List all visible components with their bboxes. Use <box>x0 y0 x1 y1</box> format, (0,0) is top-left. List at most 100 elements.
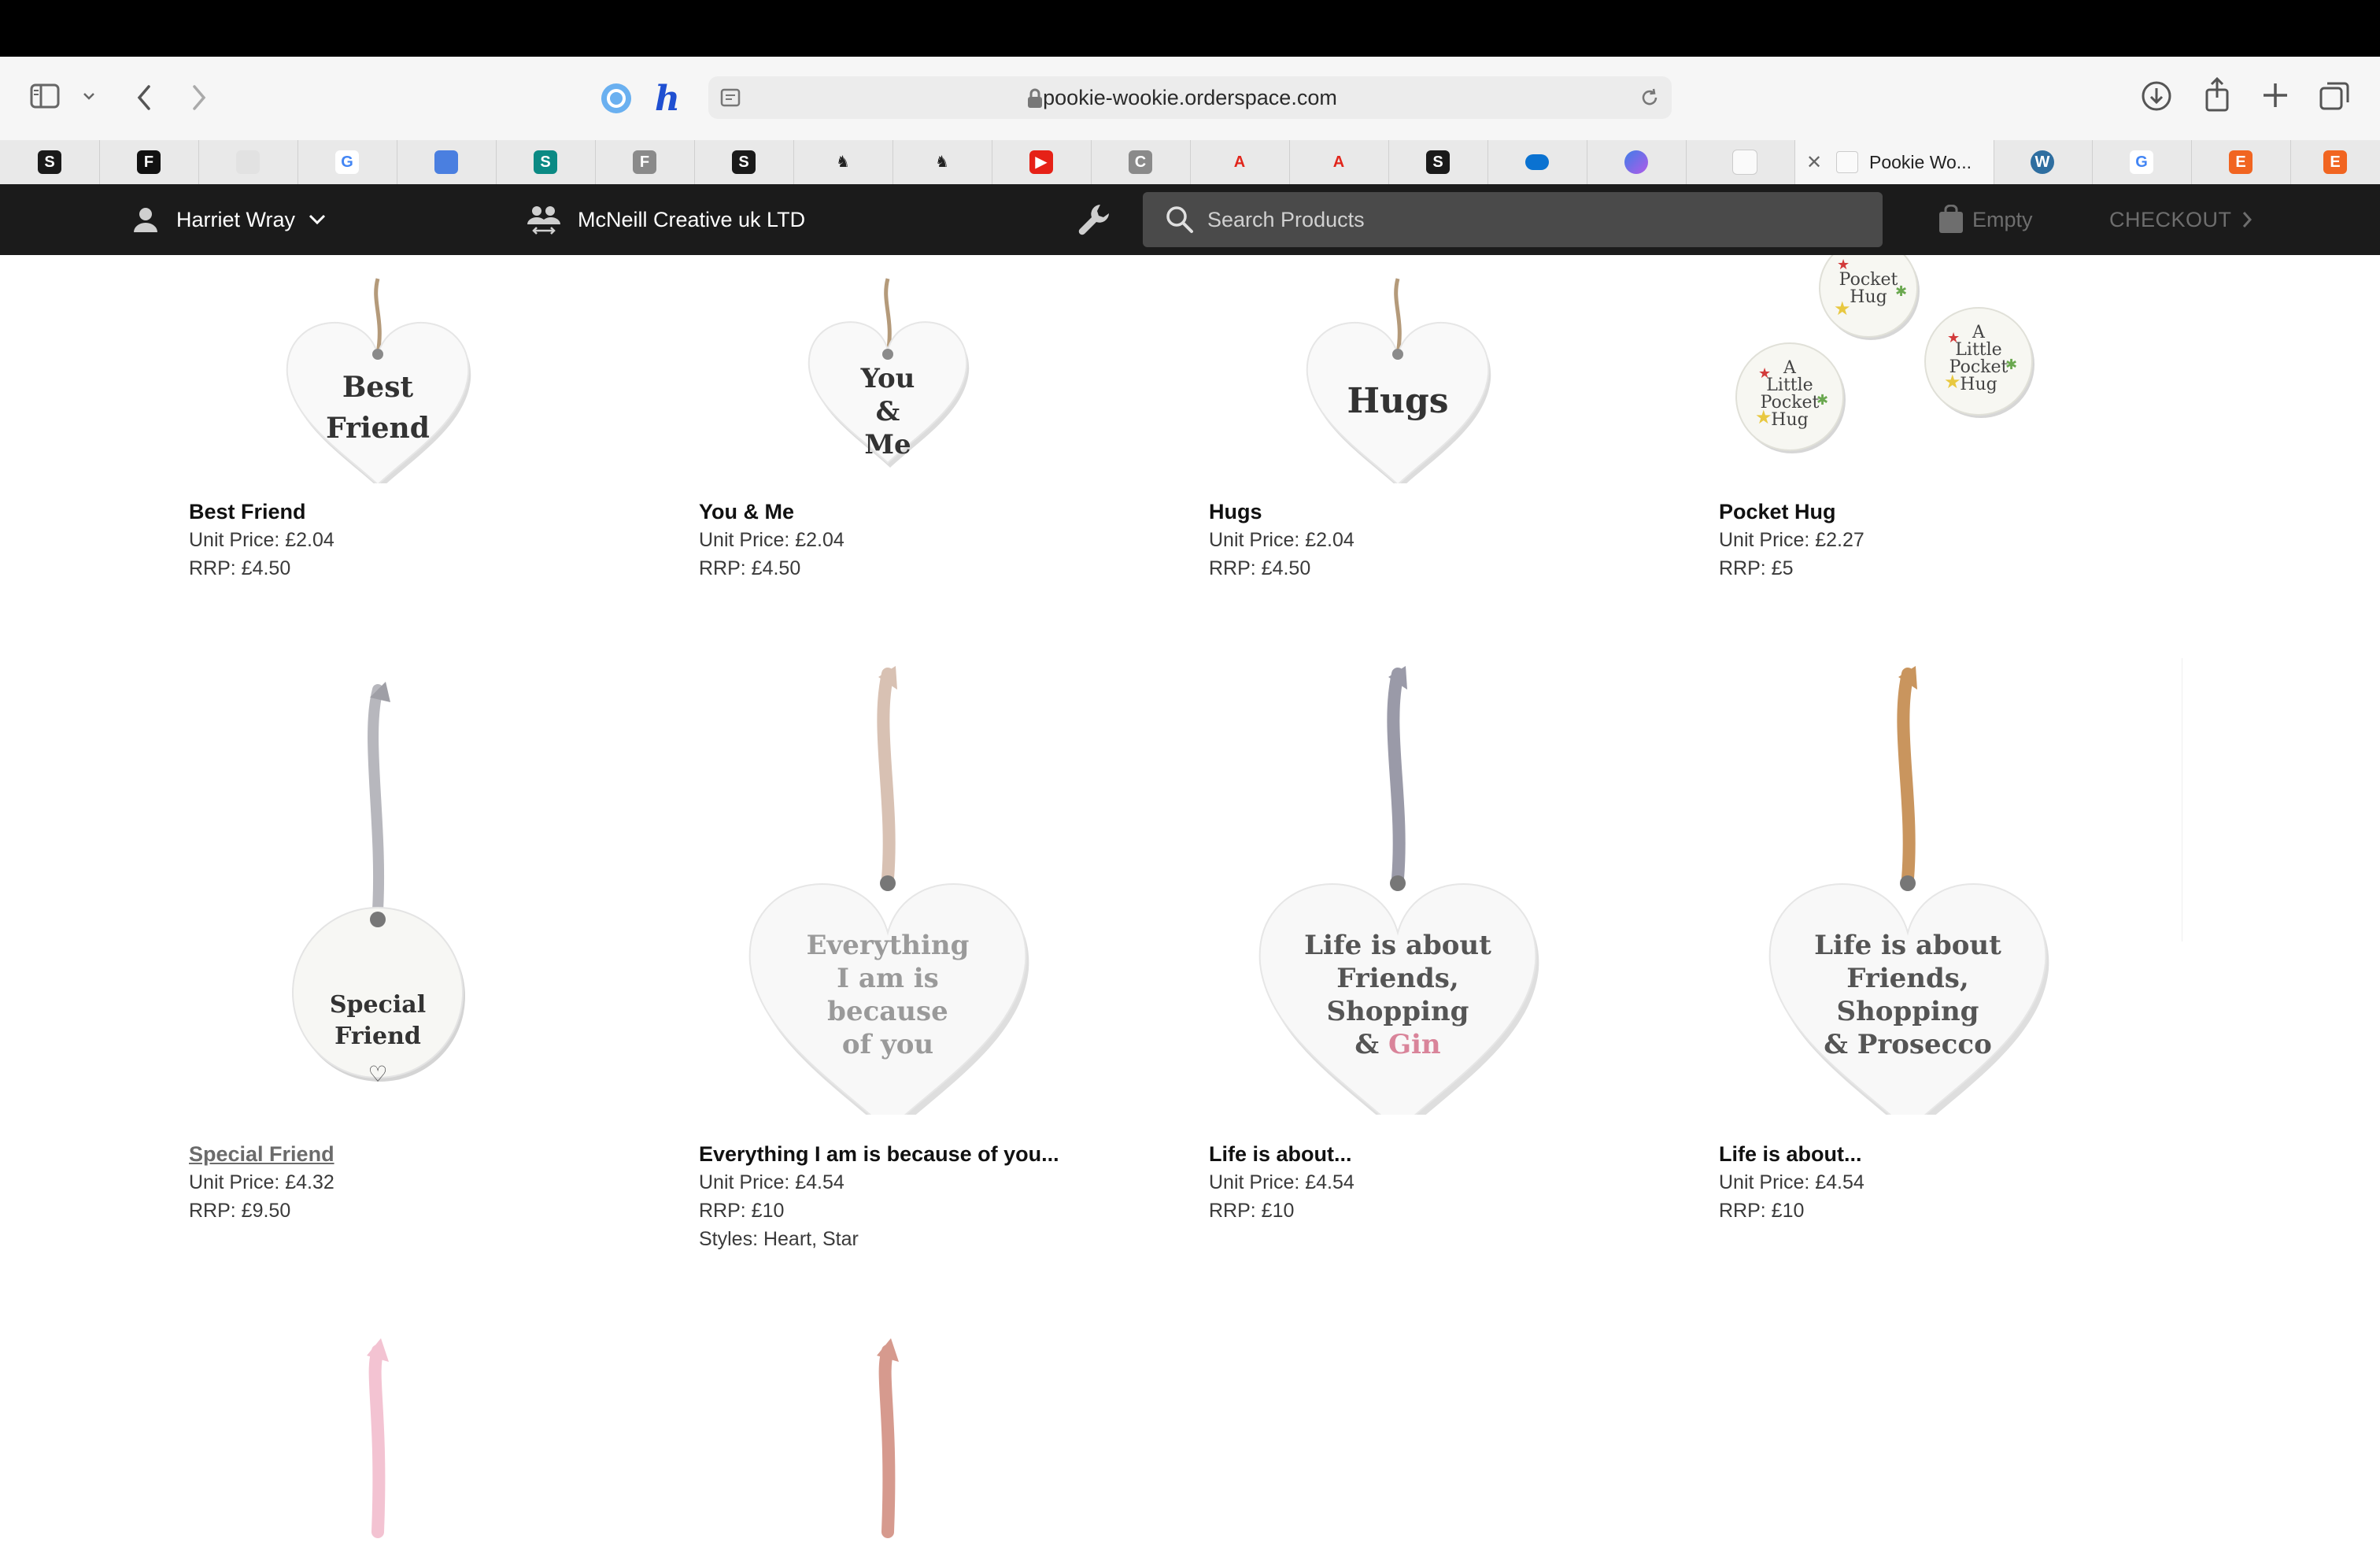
favorite-tab[interactable] <box>1695 140 1795 184</box>
checkout-label: CHECKOUT <box>2109 207 2232 231</box>
product-info: Hugs Unit Price: £2.04 RRP: £4.50 <box>1209 498 1354 583</box>
extension-h-icon[interactable]: h <box>655 79 680 119</box>
product-image[interactable]: Everything I am is because of you <box>652 666 1124 1137</box>
art-text: & Gin <box>1354 1029 1440 1060</box>
art-text: because <box>827 996 948 1027</box>
product-image[interactable]: You & Me <box>652 255 1124 483</box>
product-name[interactable]: Hugs <box>1209 498 1354 526</box>
favorite-tab[interactable] <box>1488 140 1587 184</box>
onedrive-icon <box>1525 154 1549 170</box>
favorite-tab[interactable]: S <box>1388 140 1488 184</box>
reload-icon[interactable] <box>1639 87 1661 113</box>
favorite-tab[interactable]: G <box>298 140 397 184</box>
favorite-tab[interactable]: S <box>694 140 794 184</box>
user-icon <box>132 206 159 233</box>
product-image[interactable]: Pocket Hug ★ ✱ ★ A Little Pocket Hug ★ ✱ ★ A Little Po… <box>1672 239 2144 483</box>
rrp: RRP: £5 <box>1719 557 1794 579</box>
art-text: You <box>860 363 915 394</box>
etsy-icon: E <box>2229 150 2252 174</box>
new-tab-icon[interactable] <box>2260 80 2290 110</box>
unit-price: Unit Price: £2.27 <box>1719 529 1864 551</box>
favorite-tab[interactable]: S <box>0 140 100 184</box>
favorite-tab[interactable] <box>1587 140 1687 184</box>
product-image[interactable]: Life is about Friends, Shopping & Prosecco <box>1672 666 2144 1137</box>
product-name[interactable]: You & Me <box>699 498 844 526</box>
download-icon[interactable] <box>2141 80 2172 112</box>
favorite-tab[interactable]: S <box>496 140 596 184</box>
favorite-tab[interactable] <box>198 140 298 184</box>
ribbon <box>368 684 385 916</box>
users-switch-icon <box>526 204 562 235</box>
search-input[interactable] <box>1206 206 1854 233</box>
product-art: Life is aboutFriends,Shopping& Gin <box>1258 666 1539 1137</box>
product-name[interactable]: Special Friend <box>189 1140 334 1168</box>
cart-button[interactable]: Empty <box>1938 184 2033 255</box>
tab-active[interactable]: ✕ Pookie Wo... <box>1794 140 1994 184</box>
art-text: Life is about <box>1304 930 1491 961</box>
browser-toolbar: h pookie-wookie.orderspace.com <box>0 57 2380 141</box>
star-icon: ★ <box>1834 298 1851 320</box>
bead <box>1390 875 1406 891</box>
product-image[interactable] <box>652 1327 1124 1546</box>
search-icon <box>1165 205 1195 235</box>
favorite-tab[interactable]: F <box>99 140 199 184</box>
horse-icon: ♞ <box>831 150 855 174</box>
favorite-tab[interactable]: E <box>2191 140 2291 184</box>
favorite-tab[interactable]: ▶ <box>992 140 1092 184</box>
url-text[interactable]: pookie-wookie.orderspace.com <box>708 76 1672 119</box>
adobe-icon: A <box>1228 150 1251 174</box>
product-image[interactable]: Special Friend ♡ <box>142 666 614 1115</box>
favorite-tab[interactable]: F <box>595 140 695 184</box>
art-text: Everything <box>807 930 970 961</box>
favorite-tab[interactable] <box>397 140 497 184</box>
sharepoint-icon: S <box>534 150 557 174</box>
cart-label: Empty <box>1972 207 2033 231</box>
close-icon[interactable]: ✕ <box>1806 151 1825 174</box>
product-name[interactable]: Pocket Hug <box>1719 498 1864 526</box>
product-styles: Styles: Heart, Star <box>699 1228 859 1250</box>
unit-price: Unit Price: £4.54 <box>1209 1171 1354 1193</box>
bead <box>880 875 896 891</box>
user-menu[interactable]: Harriet Wray <box>132 184 327 255</box>
art-text: of you <box>842 1029 933 1060</box>
product-info: You & Me Unit Price: £2.04 RRP: £4.50 <box>699 498 844 583</box>
address-bar[interactable]: pookie-wookie.orderspace.com <box>708 76 1672 119</box>
product-image[interactable]: Life is about Friends, Shopping & Gin <box>1162 666 1634 1137</box>
favorite-tab[interactable]: A <box>1289 140 1389 184</box>
checkout-button[interactable]: CHECKOUT <box>2109 184 2252 255</box>
unit-price: Unit Price: £4.54 <box>699 1171 844 1193</box>
search-bar[interactable] <box>1143 192 1883 247</box>
art-text: Best <box>342 371 414 404</box>
favorite-tab[interactable]: E <box>2290 140 2380 184</box>
product-name[interactable]: Everything I am is because of you... <box>699 1140 1059 1168</box>
wrench-icon[interactable] <box>1077 202 1114 243</box>
product-info: Life is about... Unit Price: £4.54 RRP: £1… <box>1209 1140 1354 1225</box>
product-name[interactable]: Best Friend <box>189 498 334 526</box>
back-icon[interactable] <box>135 83 153 112</box>
blank-page-icon <box>1732 150 1757 175</box>
product-image[interactable]: Best Friend <box>142 255 614 490</box>
share-icon[interactable] <box>2204 77 2230 112</box>
forward-icon[interactable] <box>190 83 208 112</box>
product-name[interactable]: Life is about... <box>1719 1140 1864 1168</box>
chevron-down-icon[interactable] <box>82 91 96 101</box>
tab-overview-icon[interactable] <box>2319 80 2350 112</box>
favorite-tab[interactable]: W <box>1993 140 2093 184</box>
favorite-tab[interactable]: ♞ <box>793 140 893 184</box>
product-image[interactable]: Hugs <box>1162 255 1634 490</box>
product-image[interactable] <box>142 1327 614 1546</box>
art-text: I am is <box>837 963 939 994</box>
favorite-tab[interactable]: C <box>1091 140 1191 184</box>
favorite-tab[interactable]: ♞ <box>893 140 992 184</box>
favorite-tab[interactable]: G <box>2092 140 2192 184</box>
bead <box>370 912 386 927</box>
star-icon: ★ <box>1944 372 1961 393</box>
ribbon <box>1897 668 1916 885</box>
company-switcher[interactable]: McNeill Creative uk LTD <box>526 184 805 255</box>
extension-c-icon[interactable] <box>600 82 633 115</box>
product-name[interactable]: Life is about... <box>1209 1140 1354 1168</box>
favorite-tab[interactable]: A <box>1190 140 1290 184</box>
f-icon: F <box>137 150 161 174</box>
sidebar-toggle-icon[interactable] <box>30 83 61 109</box>
star-icon: ✱ <box>1895 283 1907 299</box>
